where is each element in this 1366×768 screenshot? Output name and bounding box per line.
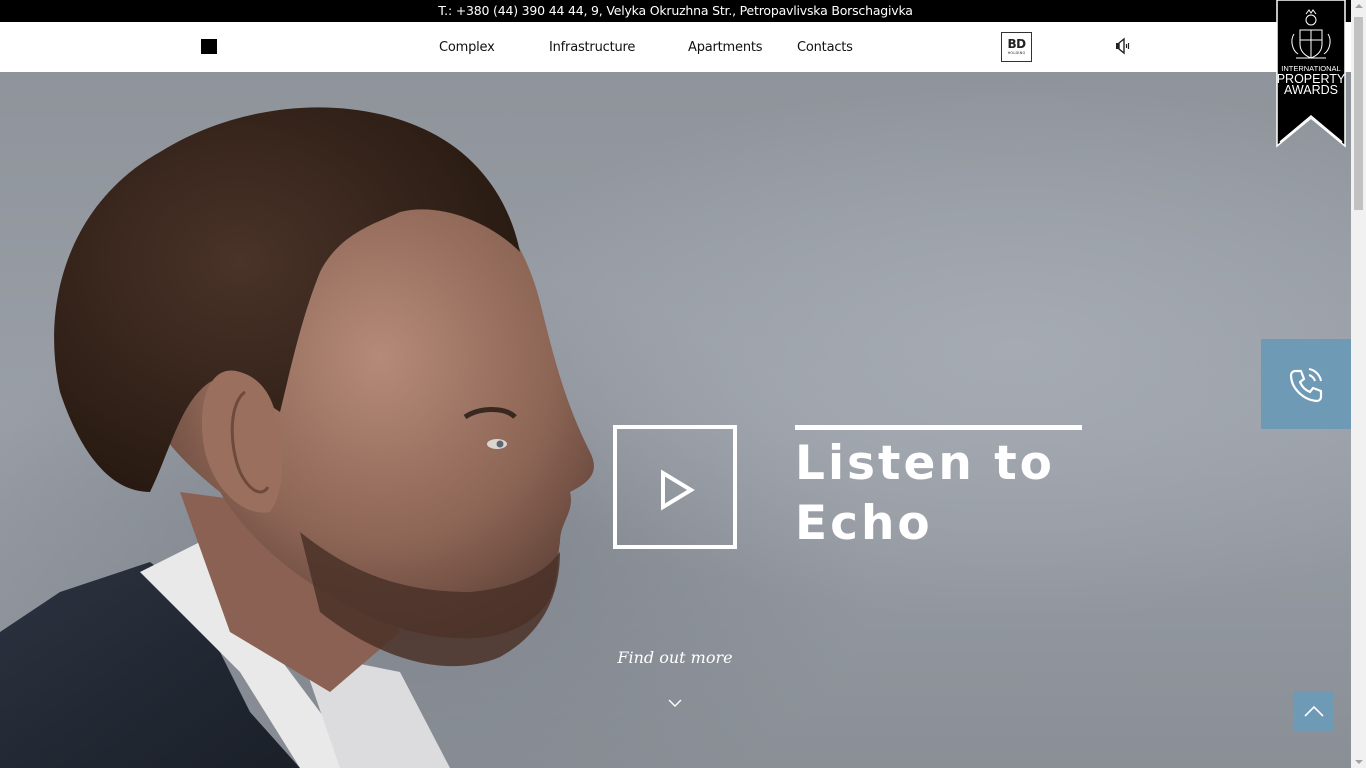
hero-title-line1: Listen to bbox=[795, 436, 1055, 491]
hero-title-line2: Echo bbox=[795, 496, 933, 551]
nav-item-contacts[interactable]: Contacts bbox=[797, 40, 853, 55]
bd-holding-logo[interactable]: BD HOLDING bbox=[1001, 32, 1032, 62]
nav-item-complex[interactable]: Complex bbox=[439, 40, 495, 55]
nav-item-infrastructure[interactable]: Infrastructure bbox=[549, 40, 635, 55]
play-video-button[interactable] bbox=[613, 425, 737, 549]
speaker-icon[interactable] bbox=[1114, 37, 1132, 55]
site-logo[interactable] bbox=[201, 39, 217, 54]
award-line3: AWARDS bbox=[1284, 83, 1338, 97]
award-text: INTERNATIONAL PROPERTY AWARDS bbox=[1276, 64, 1346, 96]
contact-line: T.: +380 (44) 390 44 44, 9, Velyka Okruz… bbox=[438, 3, 913, 18]
nav-item-apartments[interactable]: Apartments bbox=[688, 40, 763, 55]
scrollbar-thumb[interactable] bbox=[1354, 17, 1363, 210]
phone-call-icon bbox=[1289, 368, 1323, 403]
callback-button[interactable] bbox=[1261, 339, 1351, 429]
bd-logo-main: BD bbox=[1007, 37, 1026, 51]
find-out-more-link[interactable]: Find out more bbox=[600, 648, 750, 667]
bd-logo-sub: HOLDING bbox=[1007, 51, 1026, 55]
scroll-to-top-button[interactable] bbox=[1294, 691, 1334, 731]
main-navbar: Complex Infrastructure Apartments Contac… bbox=[0, 22, 1351, 72]
contact-info-bar: T.: +380 (44) 390 44 44, 9, Velyka Okruz… bbox=[0, 0, 1351, 22]
scroll-up-arrow[interactable] bbox=[1355, 4, 1363, 8]
hero-title: Listen to Echo bbox=[795, 434, 1095, 554]
chevron-down-icon[interactable] bbox=[667, 694, 683, 707]
page-scrollbar[interactable] bbox=[1351, 0, 1366, 768]
play-icon bbox=[661, 469, 695, 511]
hero-section: Listen to Echo Find out more bbox=[0, 72, 1351, 768]
chevron-up-icon bbox=[1304, 705, 1324, 717]
man-portrait-image bbox=[0, 107, 594, 768]
title-rule bbox=[795, 425, 1082, 430]
scroll-down-arrow[interactable] bbox=[1355, 760, 1363, 764]
page: T.: +380 (44) 390 44 44, 9, Velyka Okruz… bbox=[0, 0, 1366, 768]
property-awards-badge[interactable]: INTERNATIONAL PROPERTY AWARDS bbox=[1276, 0, 1346, 148]
